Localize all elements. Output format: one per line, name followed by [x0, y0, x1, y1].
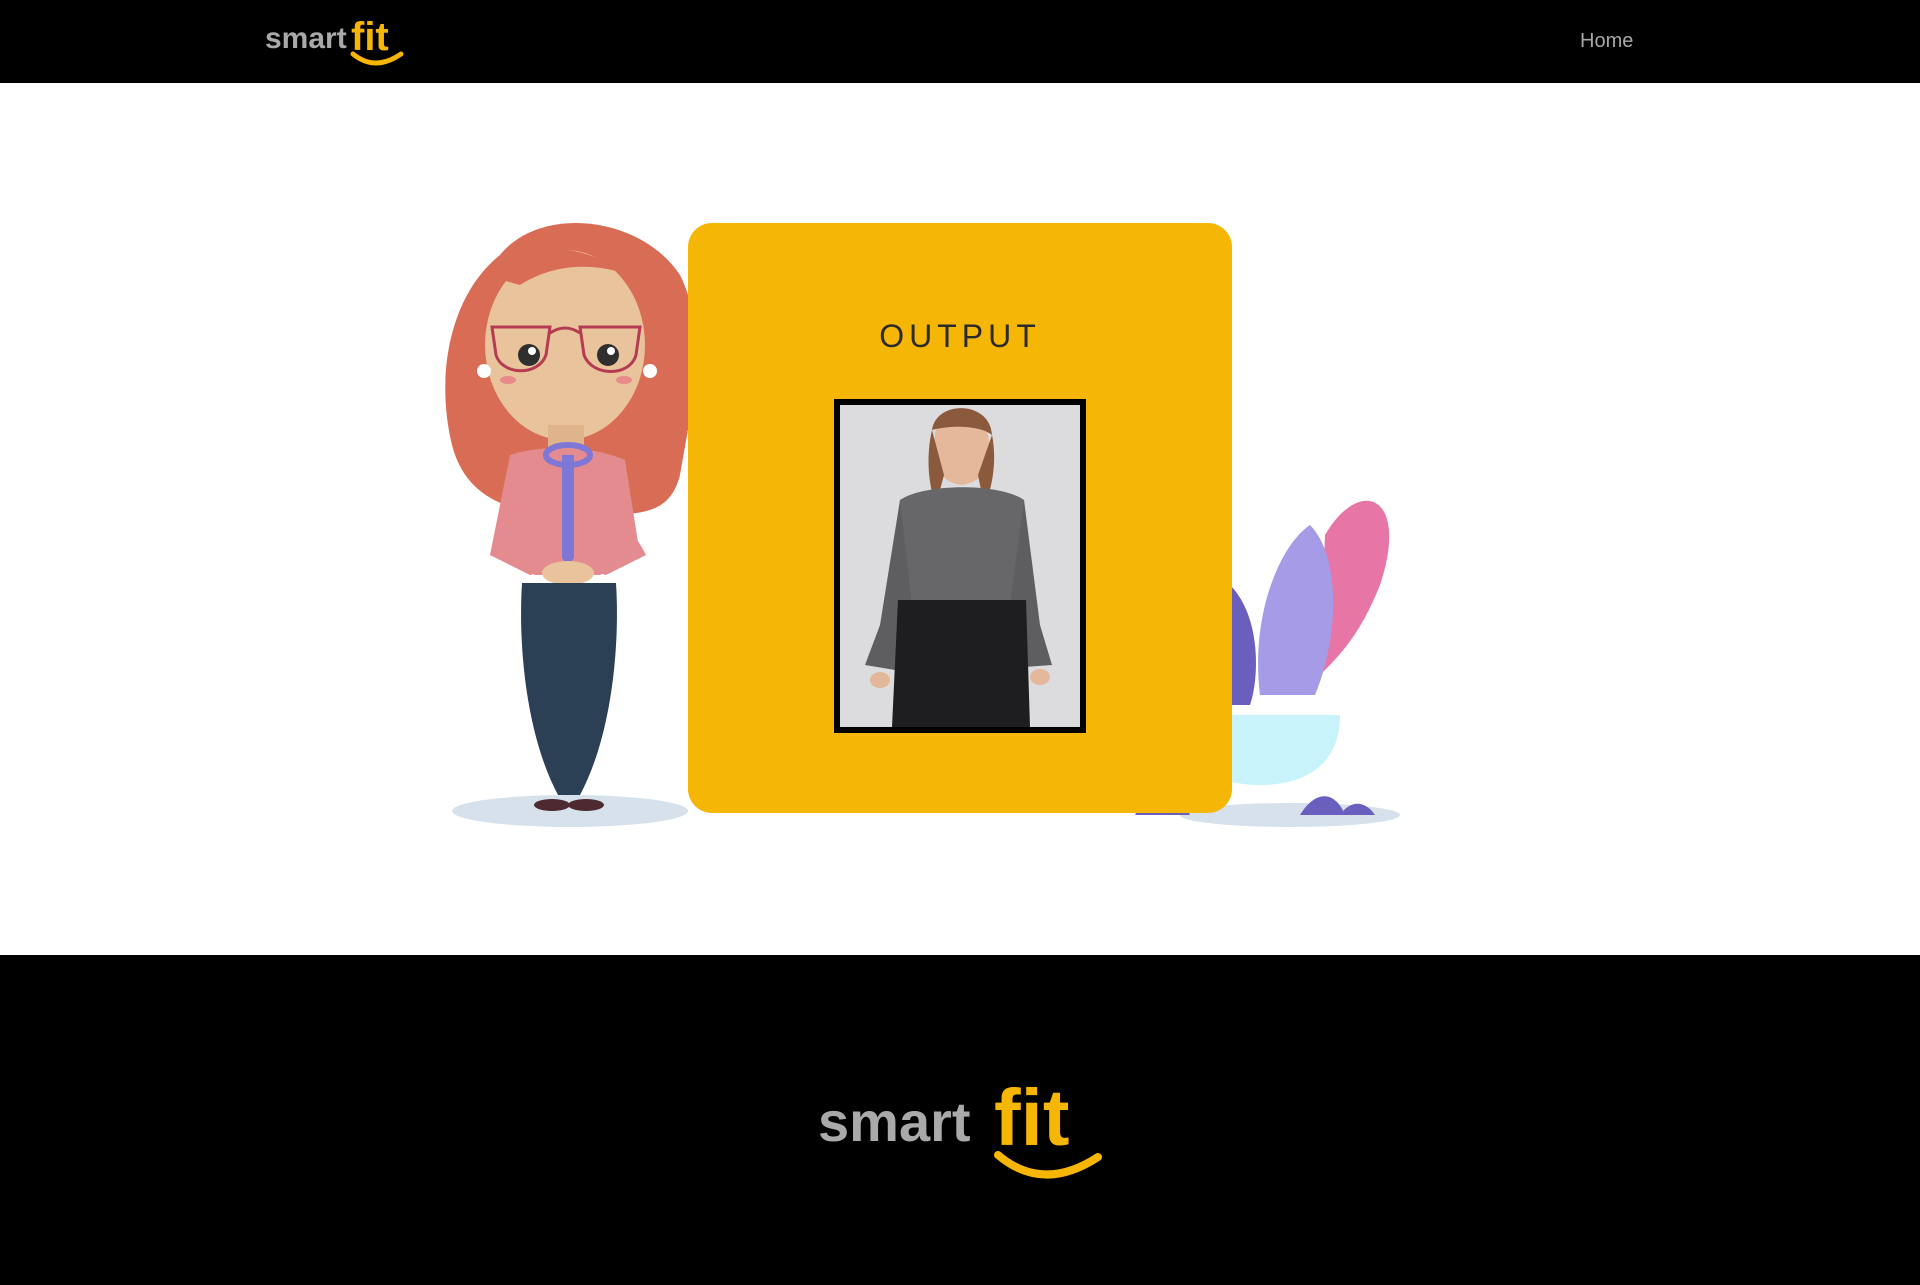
- output-title: OUTPUT: [879, 318, 1041, 354]
- nav-home-link[interactable]: Home: [1580, 30, 1633, 53]
- top-navbar: smart fit Home: [0, 0, 1920, 83]
- footer-logo-text-fit: fit: [994, 1075, 1070, 1162]
- footer-logo-text-smart: smart: [818, 1090, 971, 1153]
- output-person-photo: [840, 405, 1080, 727]
- logo-text-smart: smart: [265, 22, 347, 55]
- smartfit-footer-logo: smart fit: [818, 1075, 1102, 1179]
- footer: smart fit: [0, 955, 1920, 1285]
- output-card: OUTPUT: [688, 223, 1232, 813]
- logo-text-fit: fit: [351, 15, 389, 59]
- woman-character-icon: [445, 222, 696, 827]
- output-photo-frame: [834, 399, 1086, 733]
- smartfit-logo[interactable]: smart fit: [265, 14, 405, 70]
